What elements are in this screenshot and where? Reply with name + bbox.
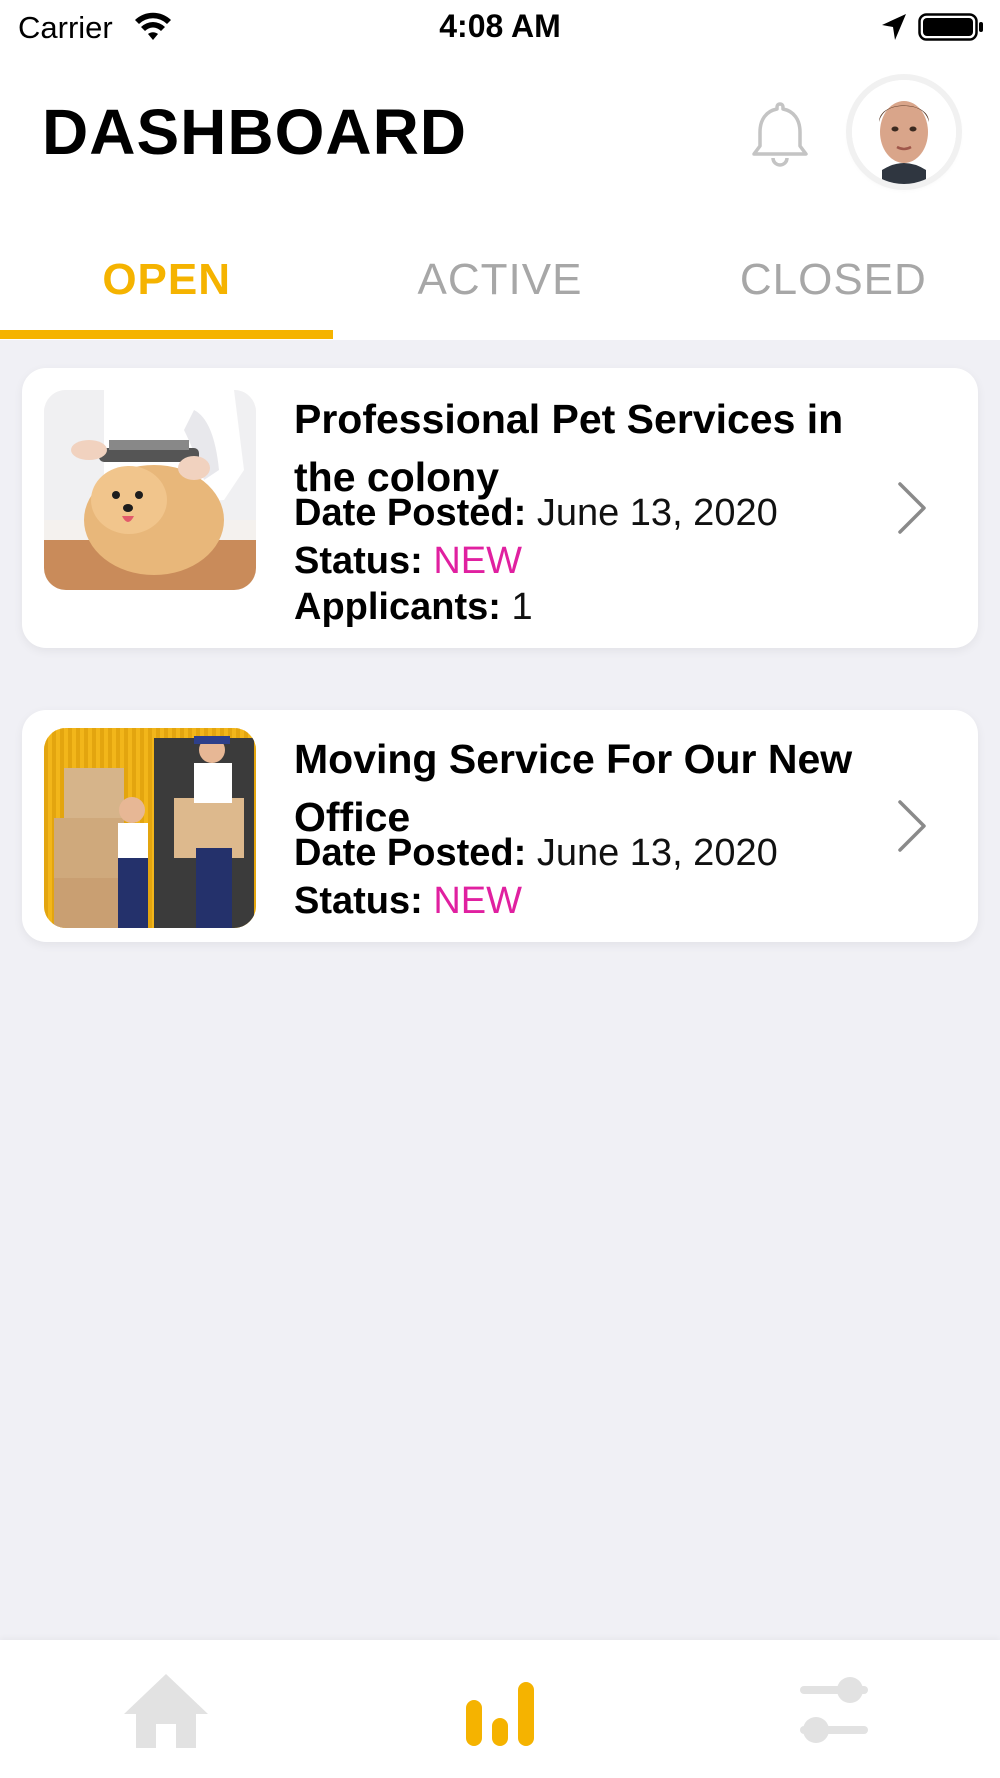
date-posted-label: Date Posted:: [294, 492, 527, 534]
date-posted-label: Date Posted:: [294, 832, 527, 874]
dashboard-screen: Carrier 4:08 AM DASHBOARD OPEN ACTIVE CL…: [0, 0, 1000, 1778]
status-bar: Carrier 4:08 AM: [0, 0, 1000, 56]
chevron-right-icon: [898, 800, 926, 852]
bell-icon: [752, 102, 808, 167]
date-posted-row: Date Posted: June 13, 2020: [294, 492, 778, 535]
applicants-label: Applicants:: [294, 586, 501, 628]
chevron-right-icon: [898, 482, 926, 534]
job-card-pet-services[interactable]: Professional Pet Services in the colony …: [22, 368, 978, 648]
status-label: Status:: [294, 540, 423, 582]
date-posted-value: June 13, 2020: [536, 832, 778, 874]
date-posted-value: June 13, 2020: [536, 492, 778, 534]
tab-bar: OPEN ACTIVE CLOSED: [0, 220, 1000, 340]
sliders-icon: [800, 1677, 868, 1743]
home-icon: [124, 1674, 208, 1748]
status-label: Status:: [294, 880, 423, 922]
profile-avatar[interactable]: [852, 80, 956, 184]
location-arrow-icon: [882, 14, 906, 40]
avatar: [852, 80, 956, 184]
battery-icon: [918, 13, 983, 41]
applicants-row: Applicants: 1: [294, 586, 533, 629]
job-thumbnail: [44, 728, 256, 928]
job-title: Professional Pet Services in the colony: [294, 396, 844, 500]
status-time: 4:08 AM: [439, 8, 561, 44]
status-row: Status: NEW: [294, 540, 522, 583]
nav-home-button[interactable]: [116, 1660, 216, 1760]
job-thumbnail: [44, 390, 256, 590]
status-badge: NEW: [433, 880, 523, 922]
job-title: Moving Service For Our New Office: [294, 736, 853, 840]
tab-active[interactable]: ACTIVE: [333, 220, 666, 340]
bottom-nav: [0, 1640, 1000, 1778]
bar-chart-icon: [466, 1682, 534, 1746]
nav-dashboard-button[interactable]: [450, 1660, 550, 1760]
status-badge: NEW: [433, 540, 523, 582]
active-tab-indicator: [0, 330, 333, 339]
job-list: Professional Pet Services in the colony …: [0, 340, 1000, 1640]
page-title: DASHBOARD: [42, 96, 467, 168]
job-card-moving-service[interactable]: Moving Service For Our New Office Date P…: [22, 710, 978, 942]
notifications-button[interactable]: [742, 96, 818, 172]
dog-grooming-photo: [44, 390, 256, 590]
tab-closed[interactable]: CLOSED: [667, 220, 1000, 340]
status-row: Status: NEW: [294, 880, 522, 923]
movers-photo: [44, 728, 256, 928]
tab-open[interactable]: OPEN: [0, 220, 333, 340]
nav-settings-button[interactable]: [784, 1660, 884, 1760]
date-posted-row: Date Posted: June 13, 2020: [294, 832, 778, 875]
applicants-count: 1: [511, 586, 533, 628]
